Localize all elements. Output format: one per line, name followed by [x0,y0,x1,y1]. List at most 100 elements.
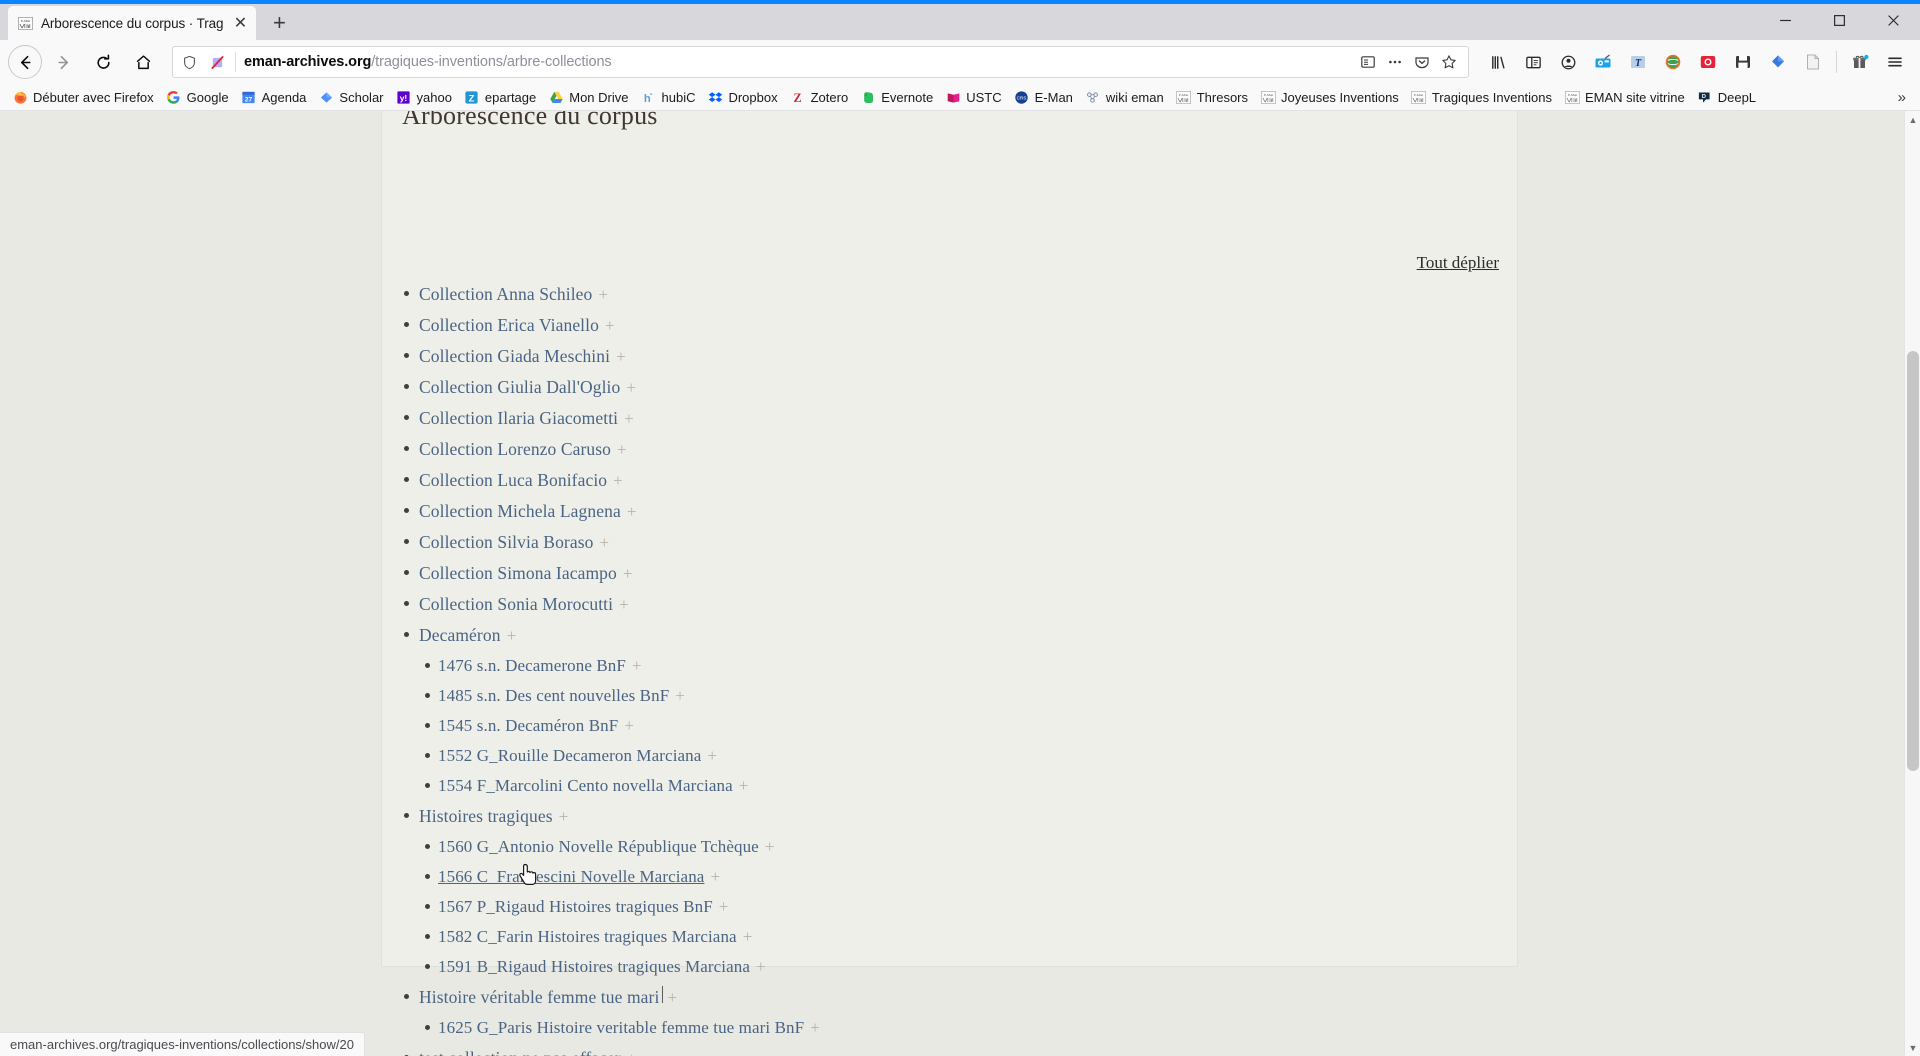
back-button[interactable] [8,45,42,79]
bookmark-e-man[interactable]: CRS E-Man [1008,87,1079,107]
expand-toggle[interactable]: + [621,1044,637,1056]
expand-toggle[interactable]: + [618,404,634,434]
tracking-protection-off-icon[interactable] [207,52,227,72]
expand-toggle[interactable]: + [733,771,749,801]
close-window-icon[interactable] [1866,0,1920,40]
tree-link-collection-erica-vianello[interactable]: Collection Erica Vianello [419,310,599,340]
pocket-icon[interactable] [1409,49,1435,75]
tree-link-decameron[interactable]: Decaméron [419,620,501,650]
vertical-scrollbar[interactable]: ▲ ▼ [1904,111,1920,1056]
address-bar[interactable]: eman-archives.org/tragiques-inventions/a… [172,46,1469,78]
minimize-icon[interactable] [1758,0,1812,40]
bookmarks-overflow-icon[interactable]: » [1890,89,1914,106]
expand-toggle[interactable]: + [620,373,636,403]
tree-link-collection-giada-meschini[interactable]: Collection Giada Meschini [419,341,610,371]
expand-toggle[interactable]: + [804,1013,820,1043]
tree-link-collection-anna-schileo[interactable]: Collection Anna Schileo [419,279,592,309]
bookmark-google[interactable]: Google [160,87,235,107]
bookmark-eman-site-vitrine[interactable]: E-Man EMAN site vitrine [1558,87,1691,107]
expand-toggle[interactable]: + [607,466,623,496]
reader-view-icon[interactable] [1355,49,1381,75]
scrollbar-thumb[interactable] [1907,351,1919,771]
expand-toggle[interactable]: + [701,741,717,771]
bookmark-thresors[interactable]: E-Man Thresors [1170,87,1254,107]
radio-extension-icon[interactable] [1586,45,1620,79]
tree-link-collection-ilaria-giacometti[interactable]: Collection Ilaria Giacometti [419,403,618,433]
globe-extension-icon[interactable] [1656,45,1690,79]
bookmark-scholar[interactable]: Scholar [312,87,389,107]
bookmark-ustc[interactable]: USTC [939,87,1007,107]
bookmark-agenda[interactable]: 27 Agenda [235,87,313,107]
expand-toggle[interactable]: + [553,802,569,832]
expand-toggle[interactable]: + [626,651,642,681]
page-actions-icon[interactable] [1382,49,1408,75]
bookmark-star-icon[interactable] [1436,49,1462,75]
expand-toggle[interactable]: + [611,435,627,465]
expand-toggle[interactable]: + [621,497,637,527]
tree-link-histoires-tragiques[interactable]: Histoires tragiques [419,801,553,831]
drive-extension-icon[interactable] [1761,45,1795,79]
bookmark-yahoo[interactable]: y! yahoo [390,87,458,107]
save-extension-icon[interactable] [1726,45,1760,79]
account-icon[interactable] [1551,45,1585,79]
tree-link-1566-francescini-novelle-marciana[interactable]: 1566 C_Francescini Novelle Marciana [438,862,704,892]
scroll-down-arrow-icon[interactable]: ▼ [1905,1039,1920,1056]
bookmark-mon-drive[interactable]: Mon Drive [542,87,634,107]
bookmark-epartage[interactable]: Z epartage [458,87,542,107]
bookmark-dropbox[interactable]: Dropbox [701,87,783,107]
tree-link-histoire-veritable-femme-tue-mari[interactable]: Histoire véritable femme tue mari [419,982,659,1012]
expand-toggle[interactable]: + [617,559,633,589]
tree-link-collection-giulia-dall-oglio[interactable]: Collection Giulia Dall'Oglio [419,372,620,402]
tree-link-1552-rouille-decameron-marciana[interactable]: 1552 G_Rouille Decameron Marciana [438,741,701,771]
scroll-up-arrow-icon[interactable]: ▲ [1905,111,1920,128]
tree-link-collection-silvia-boraso[interactable]: Collection Silvia Boraso [419,527,593,557]
maximize-icon[interactable] [1812,0,1866,40]
expand-toggle[interactable]: + [613,590,629,620]
bookmark-debuter-avec-firefox[interactable]: Débuter avec Firefox [6,87,160,107]
tree-link-1567-rigaud-histoires-tragiques-bnf[interactable]: 1567 P_Rigaud Histoires tragiques BnF [438,892,713,922]
expand-toggle[interactable]: + [610,342,626,372]
expand-toggle[interactable]: + [618,711,634,741]
library-icon[interactable] [1481,45,1515,79]
new-tab-button[interactable]: + [262,8,296,38]
bookmark-tragiques-inventions[interactable]: E-Man Tragiques Inventions [1405,87,1558,107]
app-menu-icon[interactable] [1878,45,1912,79]
tree-link-collection-luca-bonifacio[interactable]: Collection Luca Bonifacio [419,465,607,495]
bookmark-deepl[interactable]: D DeepL [1691,87,1762,107]
expand-toggle[interactable]: + [737,922,753,952]
expand-toggle[interactable]: + [669,681,685,711]
expand-toggle[interactable]: + [759,832,775,862]
reload-button[interactable] [84,45,122,79]
bookmark-zotero[interactable]: Z Zotero [784,87,855,107]
bookmark-wiki-eman[interactable]: wiki eman [1079,87,1170,107]
tree-link-1625-paris-histoire-veritable-femme-tue-mari-bnf[interactable]: 1625 G_Paris Histoire veritable femme tu… [438,1013,804,1043]
forward-button[interactable] [44,45,82,79]
expand-toggle[interactable]: + [599,311,615,341]
expand-toggle[interactable]: + [704,862,720,892]
screenshot-extension-icon[interactable] [1691,45,1725,79]
bookmark-joyeuses-inventions[interactable]: E-Man Joyeuses Inventions [1254,87,1405,107]
tree-link-1554-marcolini-cento-novella-marciana[interactable]: 1554 F_Marcolini Cento novella Marciana [438,771,733,801]
tab-arborescence-du-corpus[interactable]: E-Man Arborescence du corpus · Trag ✕ [8,6,257,40]
expand-all-link[interactable]: Tout déplier [1417,253,1499,273]
expand-toggle[interactable]: + [501,621,517,651]
document-extension-icon[interactable] [1796,45,1830,79]
tree-link-1582-farin-histoires-tragiques-marciana[interactable]: 1582 C_Farin Histoires tragiques Marcian… [438,922,737,952]
expand-toggle[interactable]: + [750,952,766,982]
tree-link-1476-decamerone-bnf[interactable]: 1476 s.n. Decamerone BnF [438,651,626,681]
tree-link-collection-michela-lagnena[interactable]: Collection Michela Lagnena [419,496,621,526]
tree-link-test-collection-ne-pas-effacer[interactable]: test collection ne pas effacer [419,1043,621,1056]
tree-link-collection-simona-iacampo[interactable]: Collection Simona Iacampo [419,558,617,588]
tree-link-1485-des-cent-nouvelles-bnf[interactable]: 1485 s.n. Des cent nouvelles BnF [438,681,669,711]
close-icon[interactable]: ✕ [230,13,250,33]
translate-extension-icon[interactable]: T [1621,45,1655,79]
tree-link-1545-decameron-bnf[interactable]: 1545 s.n. Decaméron BnF [438,711,618,741]
expand-toggle[interactable]: + [592,280,608,310]
expand-toggle[interactable]: + [593,528,609,558]
tree-link-collection-sonia-morocutti[interactable]: Collection Sonia Morocutti [419,589,613,619]
sidebar-icon[interactable] [1516,45,1550,79]
expand-toggle[interactable]: + [713,892,729,922]
tree-link-1560-antonio-novelle-republique-tcheque[interactable]: 1560 G_Antonio Novelle République Tchèqu… [438,832,759,862]
expand-toggle[interactable]: + [667,983,677,1013]
shield-icon[interactable] [179,52,199,72]
